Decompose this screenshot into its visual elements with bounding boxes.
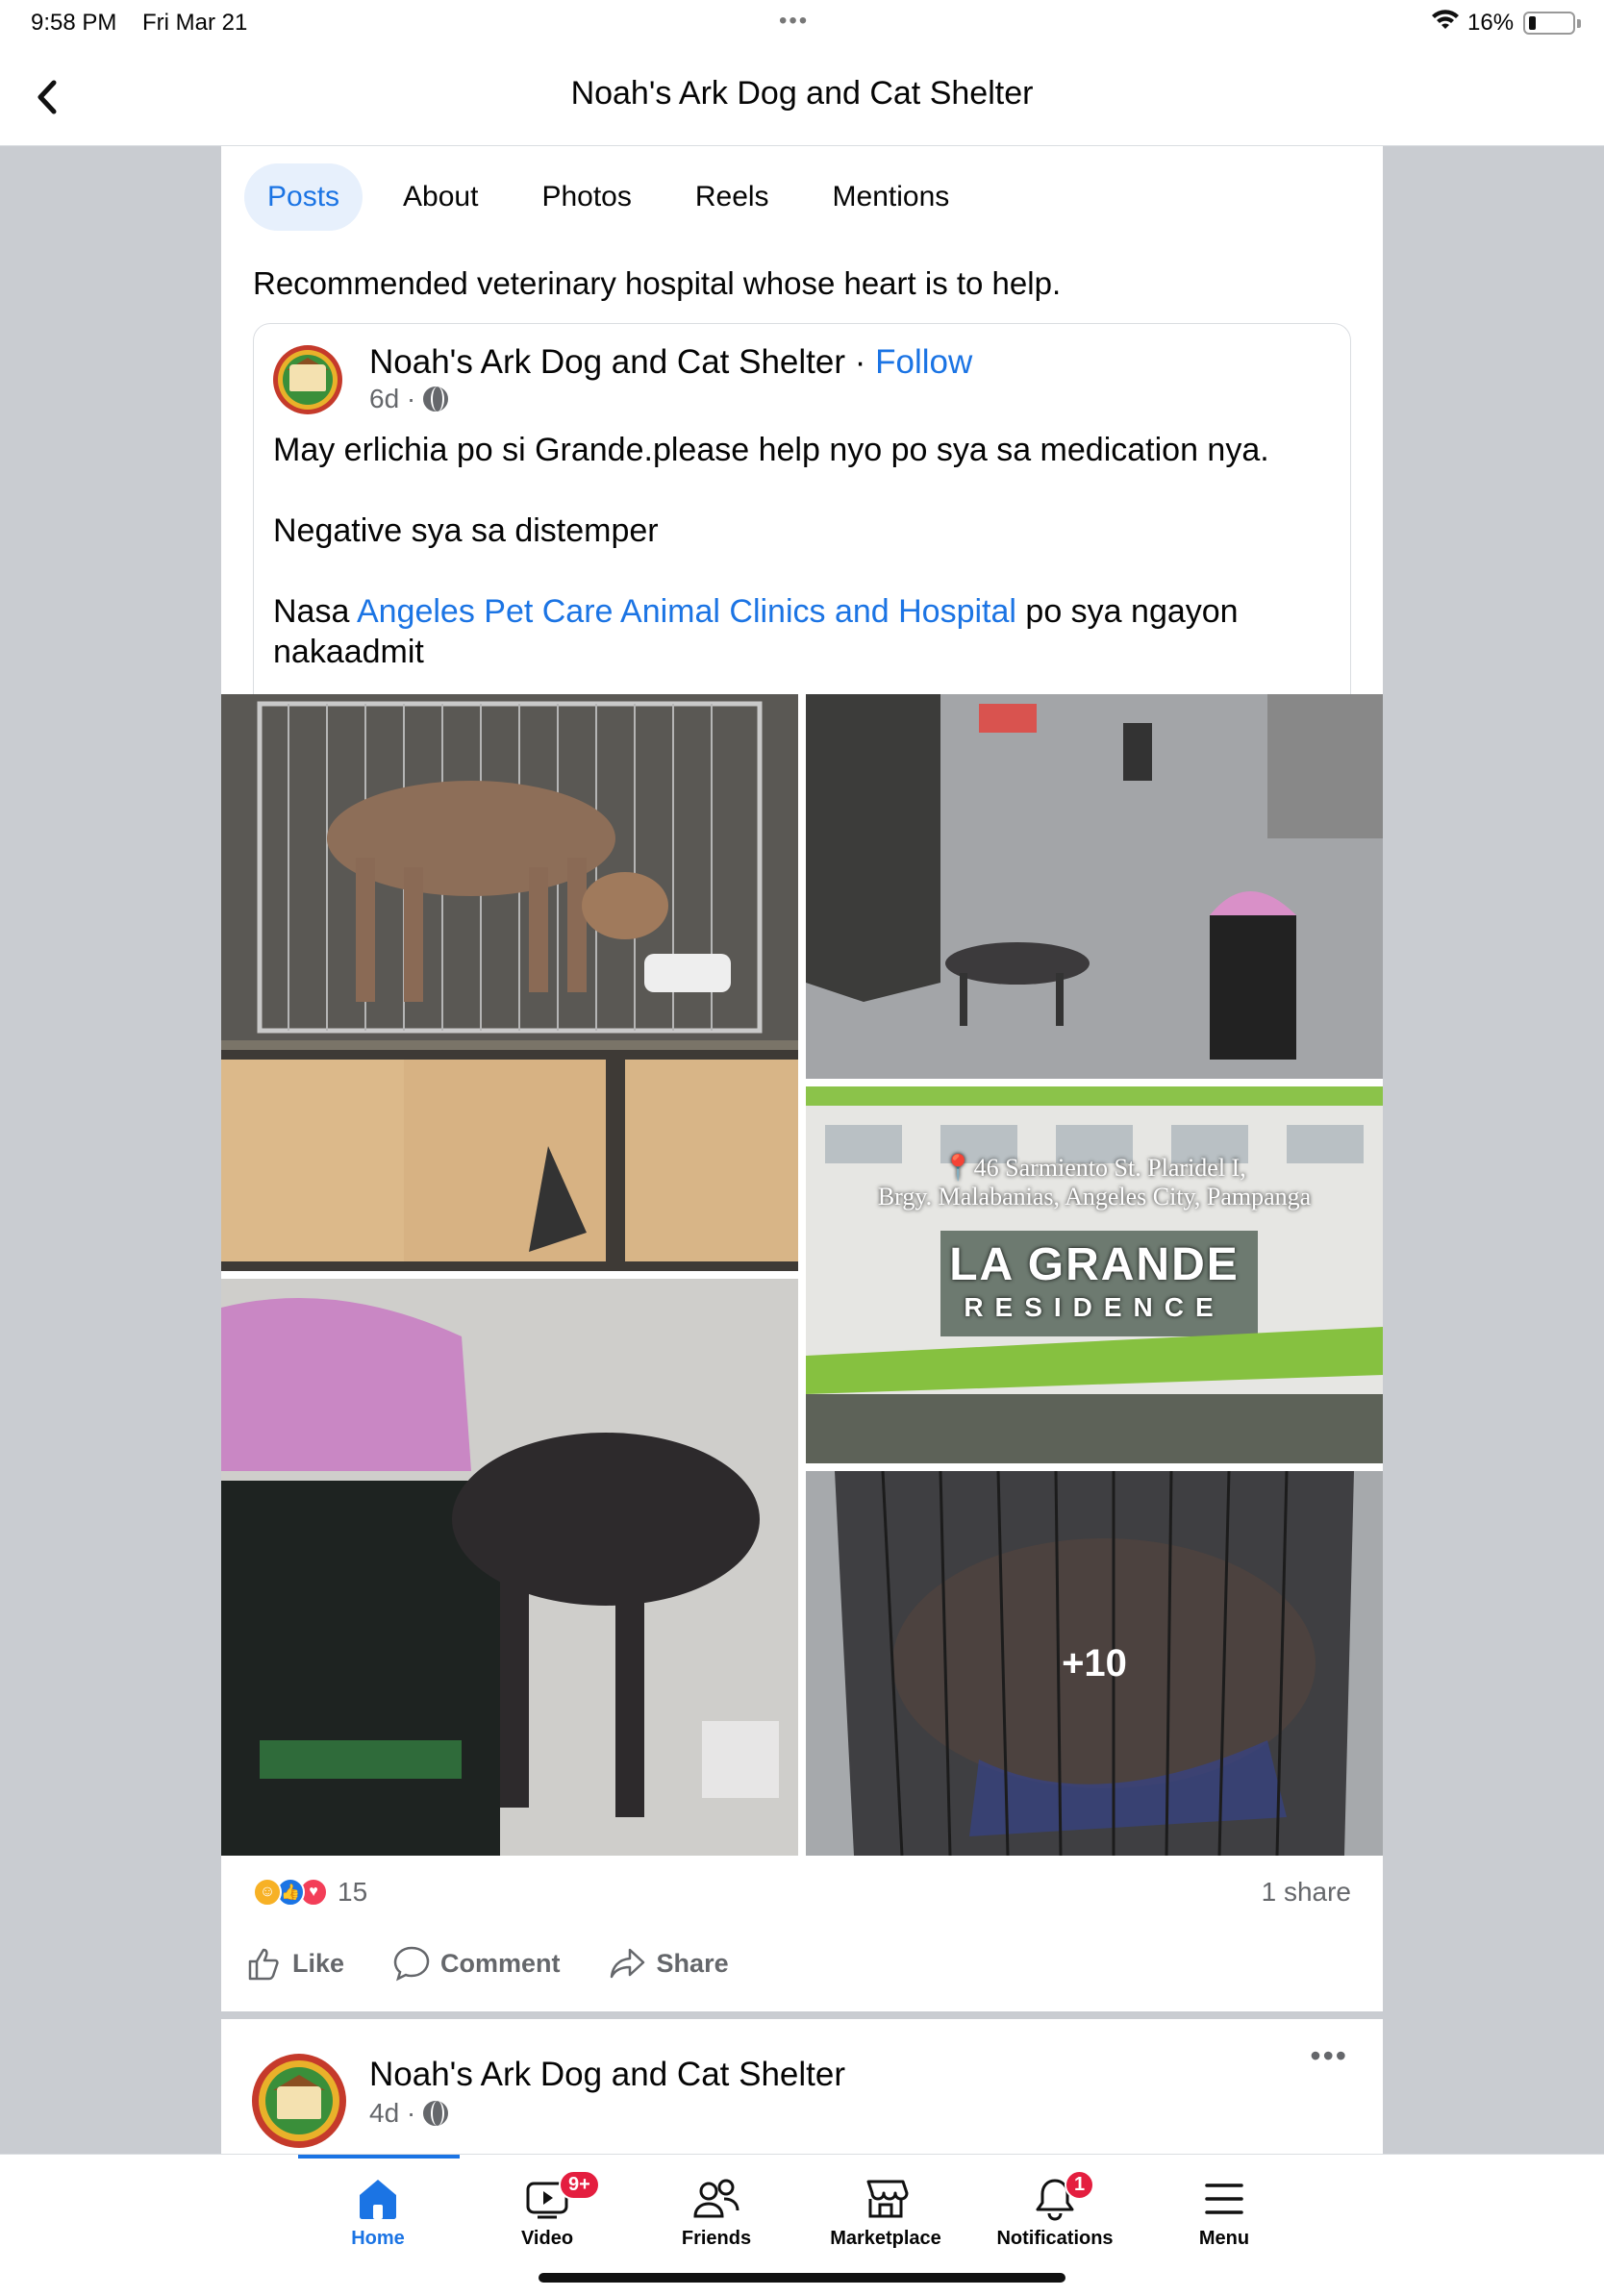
active-tab-indicator — [298, 2155, 460, 2159]
bell-icon: 1 — [978, 2170, 1132, 2228]
avatar[interactable] — [273, 345, 342, 414]
nav-video[interactable]: 9+ Video — [470, 2170, 624, 2250]
menu-icon — [1147, 2170, 1301, 2228]
reaction-count: 15 — [338, 1877, 368, 1907]
nav-friends-label: Friends — [681, 2228, 752, 2249]
battery-percent: 16% — [1467, 10, 1515, 36]
nav-marketplace-label: Marketplace — [830, 2228, 941, 2249]
name-separator: · — [845, 343, 876, 381]
tab-reels[interactable]: Reels — [672, 163, 792, 231]
shared-post[interactable]: Noah's Ark Dog and Cat Shelter · Follow … — [253, 323, 1351, 698]
more-options-icon[interactable]: ••• — [1310, 2038, 1348, 2074]
nav-menu-label: Menu — [1198, 2228, 1250, 2249]
nav-video-label: Video — [520, 2228, 574, 2249]
status-bar: 9:58 PM Fri Mar 21 ••• 16% — [0, 0, 1604, 50]
reactions-summary[interactable]: ☺ 👍 ♥ 15 — [253, 1877, 367, 1908]
nav-marketplace[interactable]: Marketplace — [809, 2170, 963, 2250]
like-label: Like — [292, 1948, 345, 1978]
clinic-link[interactable]: Angeles Pet Care Animal Clinics and Hosp… — [357, 593, 1016, 630]
next-post-time[interactable]: 4d · — [369, 2098, 415, 2129]
post-caption: Recommended veterinary hospital whose he… — [253, 265, 1062, 301]
nav-menu[interactable]: Menu — [1147, 2170, 1301, 2250]
tab-photos[interactable]: Photos — [518, 163, 654, 231]
tab-mentions[interactable]: Mentions — [810, 163, 973, 231]
page-title: Noah's Ark Dog and Cat Shelter — [570, 75, 1034, 112]
nav-friends[interactable]: Friends — [639, 2170, 793, 2250]
photo-la-grande-residence[interactable]: 📍46 Sarmiento St. Plaridel I, Brgy. Mala… — [806, 1086, 1383, 1463]
nav-notifications[interactable]: 1 Notifications — [978, 2170, 1132, 2250]
home-indicator[interactable] — [539, 2273, 1065, 2283]
video-badge: 9+ — [559, 2170, 600, 2200]
more-photos-count[interactable]: +10 — [806, 1471, 1383, 1856]
comment-button[interactable]: Comment — [392, 1944, 561, 1983]
home-icon — [301, 2170, 455, 2228]
share-icon — [610, 1948, 644, 1979]
wifi-icon — [1431, 8, 1460, 39]
nav-notifications-label: Notifications — [996, 2228, 1114, 2249]
battery-tip — [1577, 19, 1581, 28]
post-card: Posts About Photos Reels Mentions Recomm… — [221, 146, 1383, 2011]
tab-about[interactable]: About — [380, 163, 501, 231]
thumbs-up-icon — [248, 1948, 279, 1981]
next-post-card: Noah's Ark Dog and Cat Shelter 4d · ••• — [221, 2019, 1383, 2154]
follow-button[interactable]: Follow — [875, 343, 972, 381]
multitask-dots-icon[interactable]: ••• — [779, 8, 809, 35]
status-time: 9:58 PM — [31, 10, 117, 36]
avatar[interactable] — [252, 2054, 346, 2148]
comment-icon — [393, 1946, 430, 1982]
next-post-author[interactable]: Noah's Ark Dog and Cat Shelter — [369, 2056, 845, 2094]
sign-la-grande: LA GRANDE — [949, 1239, 1240, 1290]
post-text-suffix: po sya ngayon — [1015, 593, 1239, 630]
video-icon: 9+ — [470, 2170, 624, 2228]
page-header: Noah's Ark Dog and Cat Shelter — [0, 50, 1604, 146]
post-text-line-1: May erlichia po si Grande.please help ny… — [273, 432, 1269, 468]
share-count[interactable]: 1 share — [1262, 1877, 1351, 1908]
post-actions: Like Comment Share — [244, 1944, 777, 1983]
photo-dog-trash-bin[interactable] — [221, 1279, 798, 1856]
share-label: Share — [656, 1948, 729, 1978]
post-text-prefix: Nasa — [273, 593, 357, 630]
post-text-line-4: nakaadmit — [273, 634, 424, 670]
sign-residence: RESIDENCE — [964, 1292, 1225, 1322]
status-date: Fri Mar 21 — [142, 10, 248, 36]
photo-dog-street[interactable] — [806, 694, 1383, 1079]
photo-dog-in-cage[interactable] — [221, 694, 798, 1271]
battery-icon — [1523, 12, 1575, 35]
globe-icon — [423, 387, 449, 412]
profile-tabs: Posts About Photos Reels Mentions — [244, 163, 990, 231]
globe-icon — [423, 2101, 449, 2126]
address-line-2: Brgy. Malabanias, Angeles City, Pampanga — [877, 1183, 1312, 1210]
like-button[interactable]: Like — [244, 1944, 344, 1983]
nav-home-label: Home — [351, 2228, 405, 2249]
post-time[interactable]: 6d · — [369, 384, 415, 414]
notifications-badge: 1 — [1065, 2170, 1095, 2200]
next-post-meta: 4d · — [369, 2098, 449, 2129]
nav-home[interactable]: Home — [301, 2170, 455, 2250]
shared-post-meta: 6d · — [369, 384, 449, 414]
share-button[interactable]: Share — [609, 1944, 729, 1983]
post-text-line-3: Nasa Angeles Pet Care Animal Clinics and… — [273, 591, 1341, 632]
comment-label: Comment — [440, 1948, 561, 1978]
friends-icon — [639, 2170, 793, 2228]
tab-posts[interactable]: Posts — [244, 163, 363, 231]
shared-post-author-line: Noah's Ark Dog and Cat Shelter · Follow — [369, 343, 972, 382]
address-line-1: 📍46 Sarmiento St. Plaridel I, — [942, 1154, 1246, 1182]
post-text-line-2: Negative sya sa distemper — [273, 512, 659, 549]
care-reaction-icon: ☺ — [253, 1878, 282, 1907]
shared-post-author[interactable]: Noah's Ark Dog and Cat Shelter — [369, 343, 845, 381]
photo-dog-crate-more[interactable]: +10 — [806, 1471, 1383, 1856]
marketplace-icon — [809, 2170, 963, 2228]
